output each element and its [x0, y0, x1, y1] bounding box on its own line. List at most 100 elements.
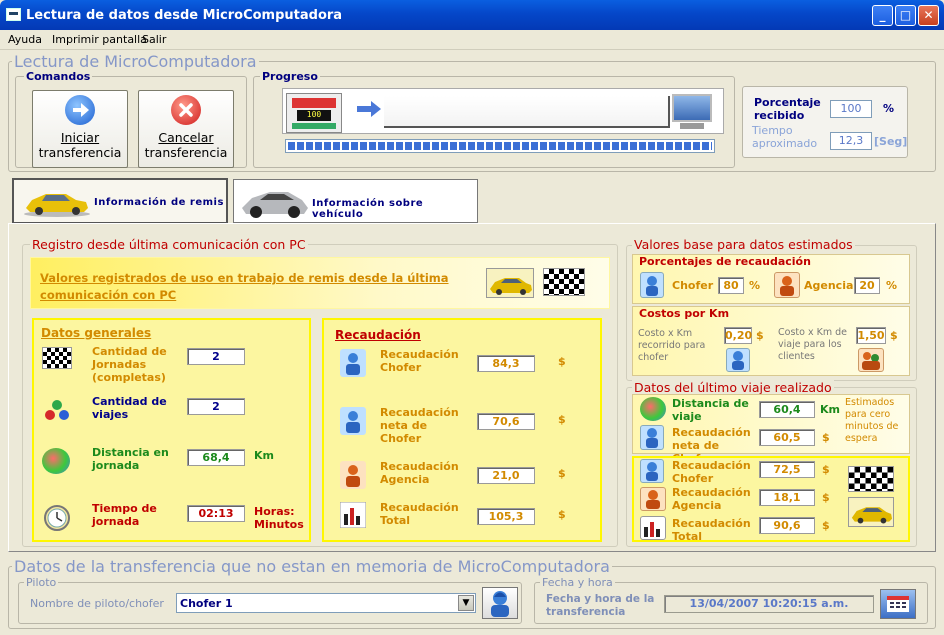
- chevron-down-icon[interactable]: ▼: [458, 595, 474, 611]
- driver-icon: [640, 272, 664, 298]
- globe-icon: [42, 448, 70, 474]
- cancel-x-icon: [171, 95, 201, 125]
- cancel-transfer-button[interactable]: Cancelar transferencia: [138, 90, 234, 168]
- uv-agencia-label: Recaudación Agencia: [672, 486, 751, 512]
- porcentajes-title: Porcentajes de recaudación: [639, 255, 811, 268]
- agencia-pct-value: 20: [854, 277, 880, 294]
- transfer-arrow-icon: [355, 98, 383, 120]
- checkered-flag-icon: [543, 268, 585, 296]
- chofer-pct-label: Chofer: [672, 279, 714, 292]
- porcentaje-value: 100: [830, 100, 872, 118]
- yellow-car-icon: [486, 268, 534, 298]
- distancia-viaje-label: Distancia de viaje: [672, 397, 749, 423]
- lectura-title: Lectura de MicroComputadora: [12, 52, 259, 71]
- costo-chofer-label: Costo x Km recorrido para chofer: [638, 328, 706, 363]
- progreso-label: Progreso: [260, 70, 320, 83]
- menu-bar: Ayuda Imprimir pantalla Salir: [0, 30, 944, 50]
- piloto-select-value: Chofer 1: [180, 597, 233, 610]
- progress-fill: [288, 142, 712, 150]
- piloto-label: Nombre de piloto/chofer: [30, 597, 164, 610]
- recaudacion-unit: $: [558, 467, 566, 480]
- porcentaje-unit: %: [883, 102, 895, 115]
- recaudacion-label: Recaudación Total: [380, 501, 459, 527]
- costo-viaje-value: 1,50: [856, 327, 886, 344]
- cancel-transfer-label-1: Cancelar: [158, 130, 214, 145]
- recaudacion-value: 84,3: [477, 355, 535, 372]
- clock-icon: [42, 504, 72, 535]
- chofer-pct-value: 80: [718, 277, 744, 294]
- costo-viaje-label: Costo x Km de viaje para los clientes: [778, 327, 847, 362]
- recaudacion-value: 70,6: [477, 413, 535, 430]
- window-title: Lectura de datos desde MicroComputadora: [26, 8, 343, 23]
- agency-person-icon: [340, 461, 366, 492]
- calendar-button[interactable]: [880, 589, 916, 619]
- recaudacion-unit: $: [558, 355, 566, 368]
- uv-total-label: Recaudación Total: [672, 517, 751, 543]
- recaudacion-title: Recaudación: [335, 328, 421, 342]
- clients-icon: [858, 348, 884, 372]
- minimize-button[interactable]: _: [872, 5, 893, 26]
- costo-chofer-unit: $: [756, 329, 764, 342]
- costos-title: Costos por Km: [639, 307, 730, 320]
- datos-generales-unit: Km: [254, 449, 274, 462]
- uv-total-unit: $: [822, 519, 830, 532]
- agencia-pct-label: Agencia: [804, 279, 854, 292]
- bar-chart-icon: [640, 516, 666, 540]
- estimados-note: Estimados para cero minutos de espera: [845, 397, 899, 444]
- piloto-select[interactable]: Chofer 1 ▼: [176, 593, 476, 613]
- driver-button[interactable]: [482, 587, 518, 619]
- fecha-legend: Fecha y hora: [540, 576, 615, 589]
- comandos-label: Comandos: [24, 70, 93, 83]
- recaudacion-value: 105,3: [477, 508, 535, 525]
- tiempo-unit: [Seg]: [874, 135, 908, 148]
- start-transfer-label-1: Iniciar: [60, 130, 100, 145]
- recaudacion-label: Recaudación Chofer: [380, 348, 459, 374]
- fecha-label: Fecha y hora de la transferencia: [546, 593, 655, 618]
- distancia-viaje-unit: Km: [820, 403, 840, 416]
- calendar-icon: [887, 596, 909, 612]
- uv-chofer-label: Recaudación Chofer: [672, 459, 751, 485]
- piloto-legend: Piloto: [24, 576, 59, 589]
- recaudacion-value: 21,0: [477, 467, 535, 484]
- datos-generales-label: Distancia en jornada: [92, 446, 169, 472]
- datos-generales-unit: Horas: Minutos: [254, 505, 304, 531]
- registro-title: Registro desde última comunicación con P…: [30, 237, 308, 252]
- silver-car-icon: [238, 184, 312, 220]
- driver-icon: [726, 348, 750, 372]
- datos-generales-value: 2: [187, 348, 245, 365]
- neta-chofer-value: 60,5: [759, 429, 815, 446]
- yellow-car-icon: [22, 184, 92, 218]
- datos-generales-label: Cantidad de Jornadas (completas): [92, 345, 167, 384]
- yellow-car-icon: [848, 497, 894, 527]
- tab-remis-label: Información de remis: [94, 197, 224, 208]
- menu-salir[interactable]: Salir: [142, 33, 166, 46]
- uv-chofer-unit: $: [822, 463, 830, 476]
- driver-icon: [640, 459, 664, 483]
- recaudacion-unit: $: [558, 413, 566, 426]
- recaudacion-unit: $: [558, 508, 566, 521]
- costo-viaje-unit: $: [890, 329, 898, 342]
- transfer-track: [384, 96, 670, 128]
- start-transfer-button[interactable]: Iniciar transferencia: [32, 90, 128, 168]
- tab-informacion-vehiculo[interactable]: Información sobre vehículo: [233, 179, 478, 223]
- device-display: 100: [297, 110, 331, 121]
- fecha-value: 13/04/2007 10:20:15 a.m.: [664, 595, 874, 613]
- title-bar[interactable]: Lectura de datos desde MicroComputadora …: [0, 0, 944, 30]
- maximize-button[interactable]: □: [895, 5, 916, 26]
- cancel-transfer-label-2: transferencia: [144, 145, 228, 160]
- menu-imprimir-pantalla[interactable]: Imprimir pantalla: [52, 33, 147, 46]
- valores-base-title: Valores base para datos estimados: [632, 237, 855, 252]
- close-button[interactable]: ✕: [918, 5, 939, 26]
- driver-icon: [491, 591, 509, 617]
- tiempo-label: Tiempo aproximado: [752, 124, 818, 150]
- tab-informacion-remis[interactable]: Información de remis: [12, 178, 228, 224]
- ultimo-viaje-title: Datos del último viaje realizado: [632, 380, 834, 395]
- checkered-flag-icon: [42, 347, 72, 369]
- pc-monitor-icon: [670, 92, 714, 132]
- datos-generales-value: 68,4: [187, 449, 245, 466]
- uv-agencia-unit: $: [822, 491, 830, 504]
- menu-ayuda[interactable]: Ayuda: [8, 33, 42, 46]
- neta-chofer-unit: $: [822, 431, 830, 444]
- datos-generales-value: 02:13: [187, 505, 245, 522]
- app-icon: [6, 8, 21, 21]
